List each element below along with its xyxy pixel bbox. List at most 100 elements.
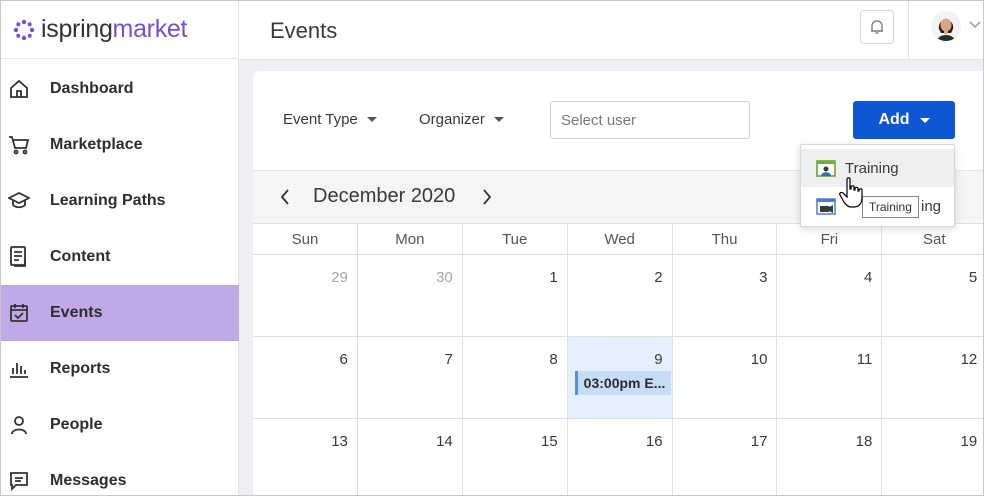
day-number: 6 <box>339 351 348 368</box>
calendar-day-cell[interactable]: 4 <box>777 255 883 336</box>
organizer-label: Organizer <box>419 111 485 128</box>
day-number: 29 <box>331 269 348 286</box>
day-number: 8 <box>549 351 558 368</box>
sidebar-item-label: Events <box>50 304 103 321</box>
calendar-day-cell[interactable]: 18 <box>777 419 883 495</box>
day-number: 2 <box>654 269 663 286</box>
day-number: 3 <box>759 269 768 286</box>
day-number: 11 <box>856 351 873 368</box>
page-title: Events <box>270 18 338 43</box>
add-button[interactable]: Add <box>853 101 955 139</box>
bar-chart-icon <box>8 358 30 380</box>
event-type-label: Event Type <box>283 111 358 128</box>
avatar[interactable] <box>931 11 961 41</box>
sidebar-item-marketplace[interactable]: Marketplace <box>1 117 239 173</box>
event-type-filter[interactable]: Event Type <box>283 111 377 128</box>
chevron-down-icon[interactable] <box>969 21 981 29</box>
calendar-week-row: 6 7 8 9 03:00pm E... 10 11 12 <box>253 337 983 419</box>
calendar-day-cell[interactable]: 12 <box>882 337 983 418</box>
cart-icon <box>8 134 30 156</box>
caret-down-icon <box>366 117 377 122</box>
chevron-left-icon <box>280 189 289 205</box>
sidebar-item-label: Marketplace <box>50 136 143 153</box>
home-icon <box>8 78 30 100</box>
day-number: 13 <box>331 433 348 450</box>
calendar-day-cell[interactable]: 29 <box>253 255 358 336</box>
weekday-header-row: Sun Mon Tue Wed Thu Fri Sat <box>253 224 983 255</box>
sidebar-item-dashboard[interactable]: Dashboard <box>1 61 239 117</box>
calendar-day-cell[interactable]: 30 <box>358 255 463 336</box>
app-window: ispringmarket Dashboard Marketplace Lear… <box>0 0 984 496</box>
calendar-day-cell-today[interactable]: 9 03:00pm E... <box>567 337 673 418</box>
sidebar-item-events[interactable]: Events <box>1 285 239 341</box>
calendar-day-cell[interactable]: 7 <box>358 337 463 418</box>
sidebar-item-people[interactable]: People <box>1 397 239 453</box>
events-card: Event Type Organizer Add December 2020 t… <box>253 71 983 495</box>
weekday-header: Thu <box>673 224 778 254</box>
sidebar-item-reports[interactable]: Reports <box>1 341 239 397</box>
ispring-logo-icon <box>13 19 35 40</box>
weekday-header: Wed <box>568 224 673 254</box>
calendar-day-cell[interactable]: 14 <box>358 419 463 495</box>
top-header: Events <box>239 1 983 60</box>
logo[interactable]: ispringmarket <box>1 1 238 59</box>
caret-down-icon <box>919 117 930 123</box>
menu-item-training[interactable]: Training <box>801 149 954 187</box>
add-button-label: Add <box>878 111 910 128</box>
sidebar-item-content[interactable]: Content <box>1 229 239 285</box>
classroom-training-icon <box>816 160 836 177</box>
sidebar-item-label: Dashboard <box>50 80 134 97</box>
hand-cursor-icon <box>839 177 863 208</box>
calendar-day-cell[interactable]: 16 <box>568 419 673 495</box>
online-meeting-icon <box>816 198 836 215</box>
weekday-header: Sun <box>253 224 358 254</box>
prev-month-button[interactable] <box>275 186 295 208</box>
brand-name: ispringmarket <box>41 15 188 43</box>
calendar-day-cell[interactable]: 15 <box>463 419 568 495</box>
calendar-grid: Sun Mon Tue Wed Thu Fri Sat 29 30 1 2 3 … <box>253 224 983 495</box>
bell-icon <box>871 20 883 34</box>
day-number: 9 <box>654 351 663 368</box>
day-number: 17 <box>750 433 768 450</box>
day-number: 7 <box>444 351 453 368</box>
calendar-check-icon <box>8 302 30 324</box>
sidebar-item-label: Messages <box>50 472 127 489</box>
sidebar-item-messages[interactable]: Messages <box>1 453 239 495</box>
organizer-filter[interactable]: Organizer <box>419 111 504 128</box>
next-month-button[interactable] <box>477 186 497 208</box>
sidebar-item-label: Reports <box>50 360 111 377</box>
calendar-day-cell[interactable]: 1 <box>463 255 568 336</box>
sidebar-item-label: Content <box>50 248 111 265</box>
month-label: December 2020 <box>313 185 456 207</box>
sidebar-item-label: Learning Paths <box>50 192 166 209</box>
sidebar-item-label: People <box>50 416 103 433</box>
header-divider <box>908 1 909 59</box>
message-icon <box>8 470 30 492</box>
sidebar-item-learning-paths[interactable]: Learning Paths <box>1 173 239 229</box>
caret-down-icon <box>493 117 504 122</box>
calendar-day-cell[interactable]: 17 <box>673 419 778 495</box>
calendar-day-cell[interactable]: 5 <box>882 255 983 336</box>
weekday-header: Tue <box>463 224 568 254</box>
notifications-button[interactable] <box>860 10 894 44</box>
chevron-right-icon <box>483 189 492 205</box>
calendar-week-row: 13 14 15 16 17 18 19 <box>253 419 983 495</box>
weekday-header: Sat <box>882 224 983 254</box>
day-number: 15 <box>540 433 558 450</box>
calendar-day-cell[interactable]: 19 <box>882 419 983 495</box>
person-icon <box>8 414 30 436</box>
calendar-day-cell[interactable]: 3 <box>673 255 778 336</box>
calendar-day-cell[interactable]: 13 <box>253 419 358 495</box>
day-number: 10 <box>750 351 768 368</box>
day-number: 30 <box>436 269 453 286</box>
calendar-day-cell[interactable]: 6 <box>253 337 358 418</box>
weekday-header: Fri <box>777 224 883 254</box>
calendar-day-cell[interactable]: 11 <box>777 337 883 418</box>
day-number: 18 <box>855 433 873 450</box>
calendar-event[interactable]: 03:00pm E... <box>574 371 671 395</box>
calendar-day-cell[interactable]: 10 <box>673 337 778 418</box>
document-icon <box>8 246 30 268</box>
calendar-day-cell[interactable]: 8 <box>463 337 568 418</box>
select-user-input[interactable] <box>550 101 750 139</box>
calendar-day-cell[interactable]: 2 <box>568 255 673 336</box>
